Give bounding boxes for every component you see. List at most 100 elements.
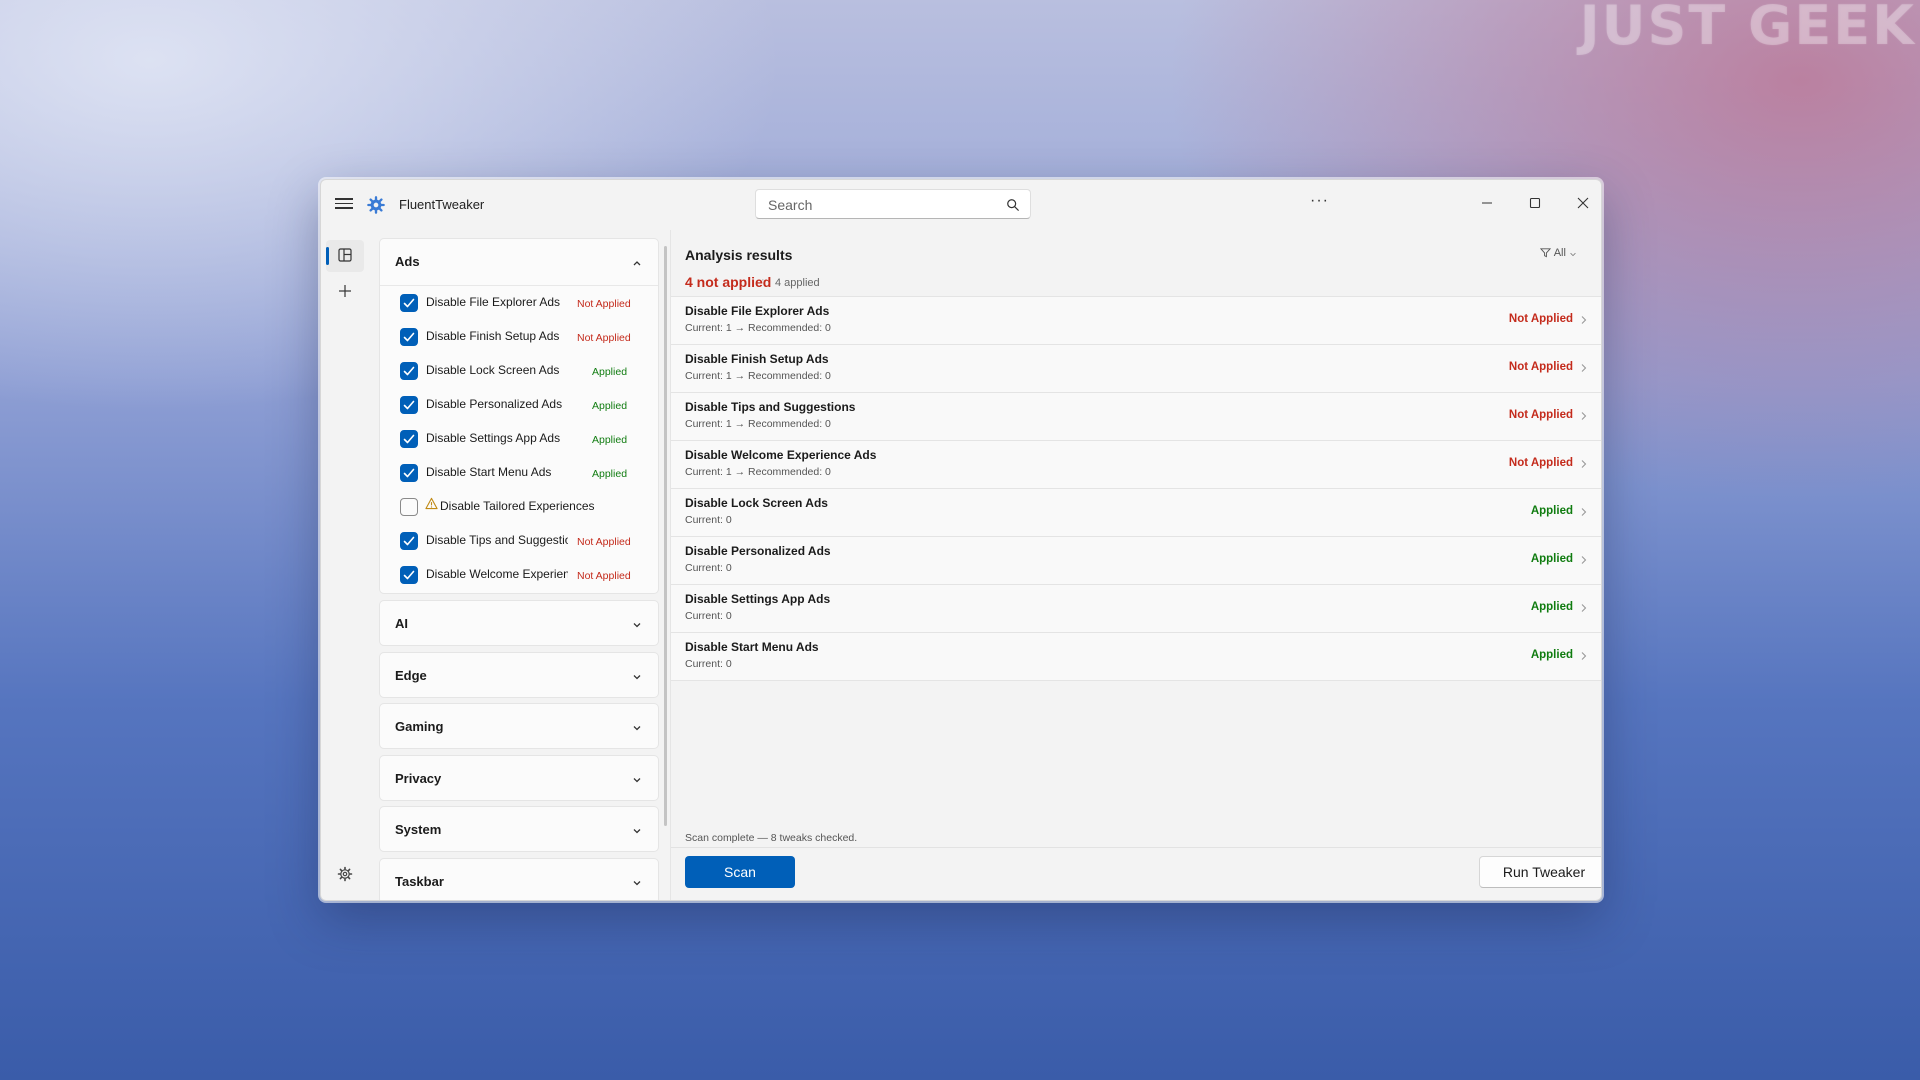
- tweak-row[interactable]: Disable Settings App Ads Applied: [380, 423, 658, 457]
- result-status: Not Applied: [1508, 409, 1573, 421]
- tweak-status: Applied: [592, 434, 628, 446]
- result-row[interactable]: Disable Tips and Suggestions Current: 1 →…: [671, 393, 1601, 441]
- tweak-label: Disable Personalized Ads: [426, 397, 563, 411]
- tweak-status: Not Applied: [577, 332, 631, 344]
- tweak-checkbox[interactable]: [400, 328, 418, 346]
- chevron-right-icon[interactable]: [1580, 411, 1588, 421]
- result-detail: Current: 0: [685, 514, 732, 526]
- result-detail: Current: 0: [685, 562, 732, 574]
- tweak-status: Not Applied: [577, 298, 631, 310]
- tweak-label: Disable Tips and Suggestions: [426, 533, 568, 547]
- result-name: Disable Tips and Suggestions: [685, 400, 856, 414]
- result-row[interactable]: Disable Finish Setup Ads Current: 1 → Rec…: [671, 345, 1601, 393]
- category-title: Gaming: [395, 719, 444, 734]
- hamburger-icon[interactable]: [335, 195, 353, 213]
- close-icon[interactable]: [1573, 193, 1593, 213]
- category-gaming[interactable]: Gaming: [379, 703, 659, 749]
- chevron-down-icon[interactable]: [631, 619, 643, 631]
- tweak-row[interactable]: Disable Personalized Ads Applied: [380, 389, 658, 423]
- title-bar: FluentTweaker ···: [321, 180, 1601, 230]
- checkmark-icon: [403, 366, 415, 376]
- tweak-status: Not Applied: [577, 570, 631, 582]
- chevron-down-icon[interactable]: [631, 825, 643, 837]
- tweak-checkbox[interactable]: [400, 498, 418, 516]
- tweak-label: Disable Finish Setup Ads: [426, 329, 560, 343]
- result-name: Disable Settings App Ads: [685, 592, 831, 606]
- navigation-rail: [321, 230, 369, 900]
- nav-item-tweaks[interactable]: [326, 240, 364, 272]
- maximize-icon[interactable]: [1525, 193, 1545, 213]
- chevron-down-icon[interactable]: [631, 877, 643, 889]
- tweak-row[interactable]: Disable Finish Setup Ads Not Applied: [380, 321, 658, 355]
- result-row[interactable]: Disable Start Menu Ads Current: 0 Applied: [671, 633, 1601, 681]
- result-name: Disable Start Menu Ads: [685, 640, 819, 654]
- chevron-down-icon[interactable]: [631, 671, 643, 683]
- result-row[interactable]: Disable Lock Screen Ads Current: 0 Applied: [671, 489, 1601, 537]
- search-box[interactable]: [755, 189, 1031, 219]
- tweak-status: Not Applied: [577, 536, 631, 548]
- category-title: AI: [395, 616, 408, 631]
- chevron-right-icon[interactable]: [1580, 459, 1588, 469]
- tweak-label: Disable Settings App Ads: [426, 431, 561, 445]
- category-taskbar[interactable]: Taskbar: [379, 857, 659, 900]
- chevron-down-icon[interactable]: [631, 774, 643, 786]
- minimize-icon[interactable]: [1477, 193, 1497, 213]
- tweak-checkbox[interactable]: [400, 294, 418, 312]
- tweak-row[interactable]: Disable Tailored Experiences: [380, 491, 658, 525]
- chevron-down-icon[interactable]: [631, 722, 643, 734]
- category-privacy[interactable]: Privacy: [379, 754, 659, 801]
- result-row[interactable]: Disable Settings App Ads Current: 0 Applie…: [671, 585, 1601, 633]
- tweak-checkbox[interactable]: [400, 464, 418, 482]
- more-icon[interactable]: ···: [1310, 192, 1329, 210]
- tweak-row[interactable]: Disable Welcome Experience Ads Not Applie…: [380, 559, 658, 593]
- result-detail: Current: 1 → Recommended: 0: [685, 370, 831, 382]
- chevron-right-icon[interactable]: [1580, 555, 1588, 565]
- tweaks-icon: [338, 248, 352, 262]
- tweak-checkbox[interactable]: [400, 532, 418, 550]
- checkmark-icon: [403, 400, 415, 410]
- chevron-right-icon[interactable]: [1580, 603, 1588, 613]
- result-row[interactable]: Disable File Explorer Ads Current: 1 → Re…: [671, 297, 1601, 345]
- scan-button[interactable]: Scan: [685, 856, 795, 888]
- result-detail: Current: 0: [685, 610, 732, 622]
- result-status: Not Applied: [1508, 457, 1573, 469]
- tweak-row[interactable]: Disable File Explorer Ads Not Applied: [380, 287, 658, 321]
- panel-scrollbar[interactable]: [664, 246, 667, 826]
- category-edge[interactable]: Edge: [379, 651, 659, 698]
- tweak-checkbox[interactable]: [400, 362, 418, 380]
- result-status: Applied: [1530, 649, 1573, 661]
- category-system[interactable]: System: [379, 806, 659, 852]
- chevron-up-icon[interactable]: [631, 257, 643, 269]
- checkmark-icon: [403, 468, 415, 478]
- gear-icon: [367, 196, 385, 214]
- chevron-right-icon[interactable]: [1580, 315, 1588, 325]
- filter-label: All: [1553, 247, 1566, 259]
- filter-dropdown[interactable]: All: [1540, 247, 1577, 259]
- result-name: Disable Welcome Experience Ads: [685, 448, 877, 462]
- run-tweaker-button[interactable]: Run Tweaker: [1479, 856, 1601, 888]
- category-ads-header[interactable]: Ads: [380, 239, 658, 285]
- result-name: Disable Lock Screen Ads: [685, 496, 828, 510]
- settings-icon[interactable]: [337, 866, 353, 882]
- tweak-checkbox[interactable]: [400, 566, 418, 584]
- tweak-checkbox[interactable]: [400, 430, 418, 448]
- checkmark-icon: [403, 434, 415, 444]
- result-row[interactable]: Disable Welcome Experience Ads Current: 1…: [671, 441, 1601, 489]
- tweak-row[interactable]: Disable Lock Screen Ads Applied: [380, 355, 658, 389]
- chevron-right-icon[interactable]: [1580, 363, 1588, 373]
- app-window: FluentTweaker ···: [320, 179, 1602, 901]
- tweak-row[interactable]: Disable Start Menu Ads Applied: [380, 457, 658, 491]
- tweak-label: Disable File Explorer Ads: [426, 295, 561, 309]
- filter-icon: [1540, 248, 1552, 258]
- search-icon[interactable]: [1006, 198, 1020, 212]
- result-row[interactable]: Disable Personalized Ads Current: 0 Applie…: [671, 537, 1601, 585]
- plus-icon[interactable]: [337, 283, 353, 299]
- search-input[interactable]: [766, 195, 1000, 215]
- category-title: Ads: [395, 254, 420, 269]
- category-ai[interactable]: AI: [379, 600, 659, 646]
- results-panel: Analysis results All 4 not applied · 4 a…: [671, 230, 1601, 900]
- tweak-checkbox[interactable]: [400, 396, 418, 414]
- chevron-right-icon[interactable]: [1580, 507, 1588, 517]
- tweak-row[interactable]: Disable Tips and Suggestions Not Applied: [380, 525, 658, 559]
- chevron-right-icon[interactable]: [1580, 651, 1588, 661]
